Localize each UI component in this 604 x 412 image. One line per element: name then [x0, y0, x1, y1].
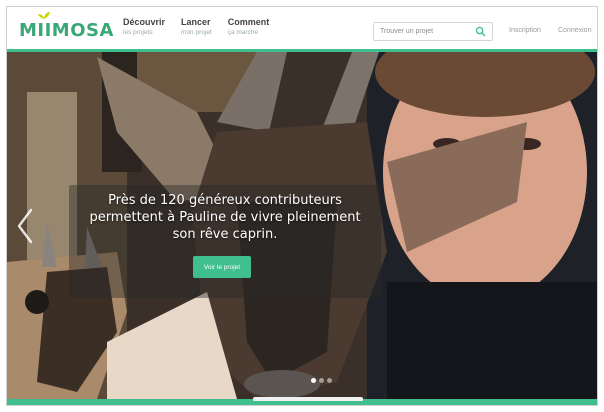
caption-line: permettent à Pauline de vivre pleinement	[89, 210, 361, 225]
nav-subtitle: les projets	[123, 29, 153, 36]
nav-subtitle: mon projet	[181, 29, 212, 36]
caption-line: son rêve caprin.	[172, 227, 278, 242]
nav-item-launch[interactable]: Lancer mon projet	[181, 17, 212, 36]
login-link[interactable]: Connexion	[558, 27, 591, 34]
brand-logo[interactable]: MIIMOSA	[19, 12, 114, 41]
chevron-left-icon[interactable]	[15, 208, 35, 244]
brand-name: MIIMOSA	[19, 19, 114, 41]
bottom-tab-notch	[253, 397, 363, 401]
carousel-dot[interactable]	[327, 378, 332, 383]
main-nav: Découvrir les projets Lancer mon projet …	[123, 17, 269, 36]
sprout-icon	[38, 12, 50, 19]
carousel-dot[interactable]	[319, 378, 324, 383]
nav-title: Découvrir	[123, 17, 166, 27]
nav-item-how[interactable]: Comment ça marche	[228, 17, 270, 36]
hero-caption: Près de 120 généreux contributeurs perme…	[69, 192, 381, 243]
nav-title: Comment	[227, 17, 270, 27]
carousel-dots	[311, 378, 332, 383]
nav-title: Lancer	[181, 17, 211, 27]
nav-subtitle: ça marche	[227, 29, 259, 36]
page-frame: MIIMOSA Découvrir les projets Lancer mon…	[6, 6, 598, 406]
nav-item-discover[interactable]: Découvrir les projets	[123, 17, 165, 36]
carousel-dot[interactable]	[311, 378, 316, 383]
search-icon[interactable]	[475, 26, 486, 37]
signup-link[interactable]: Inscription	[509, 27, 541, 34]
search-box	[373, 22, 493, 41]
search-input[interactable]	[374, 23, 470, 40]
hero-carousel: Près de 120 généreux contributeurs perme…	[7, 52, 597, 399]
caption-line: Près de 120 généreux contributeurs	[108, 193, 342, 208]
site-header: MIIMOSA Découvrir les projets Lancer mon…	[7, 7, 597, 52]
view-project-button[interactable]: Voir le projet	[193, 256, 251, 278]
